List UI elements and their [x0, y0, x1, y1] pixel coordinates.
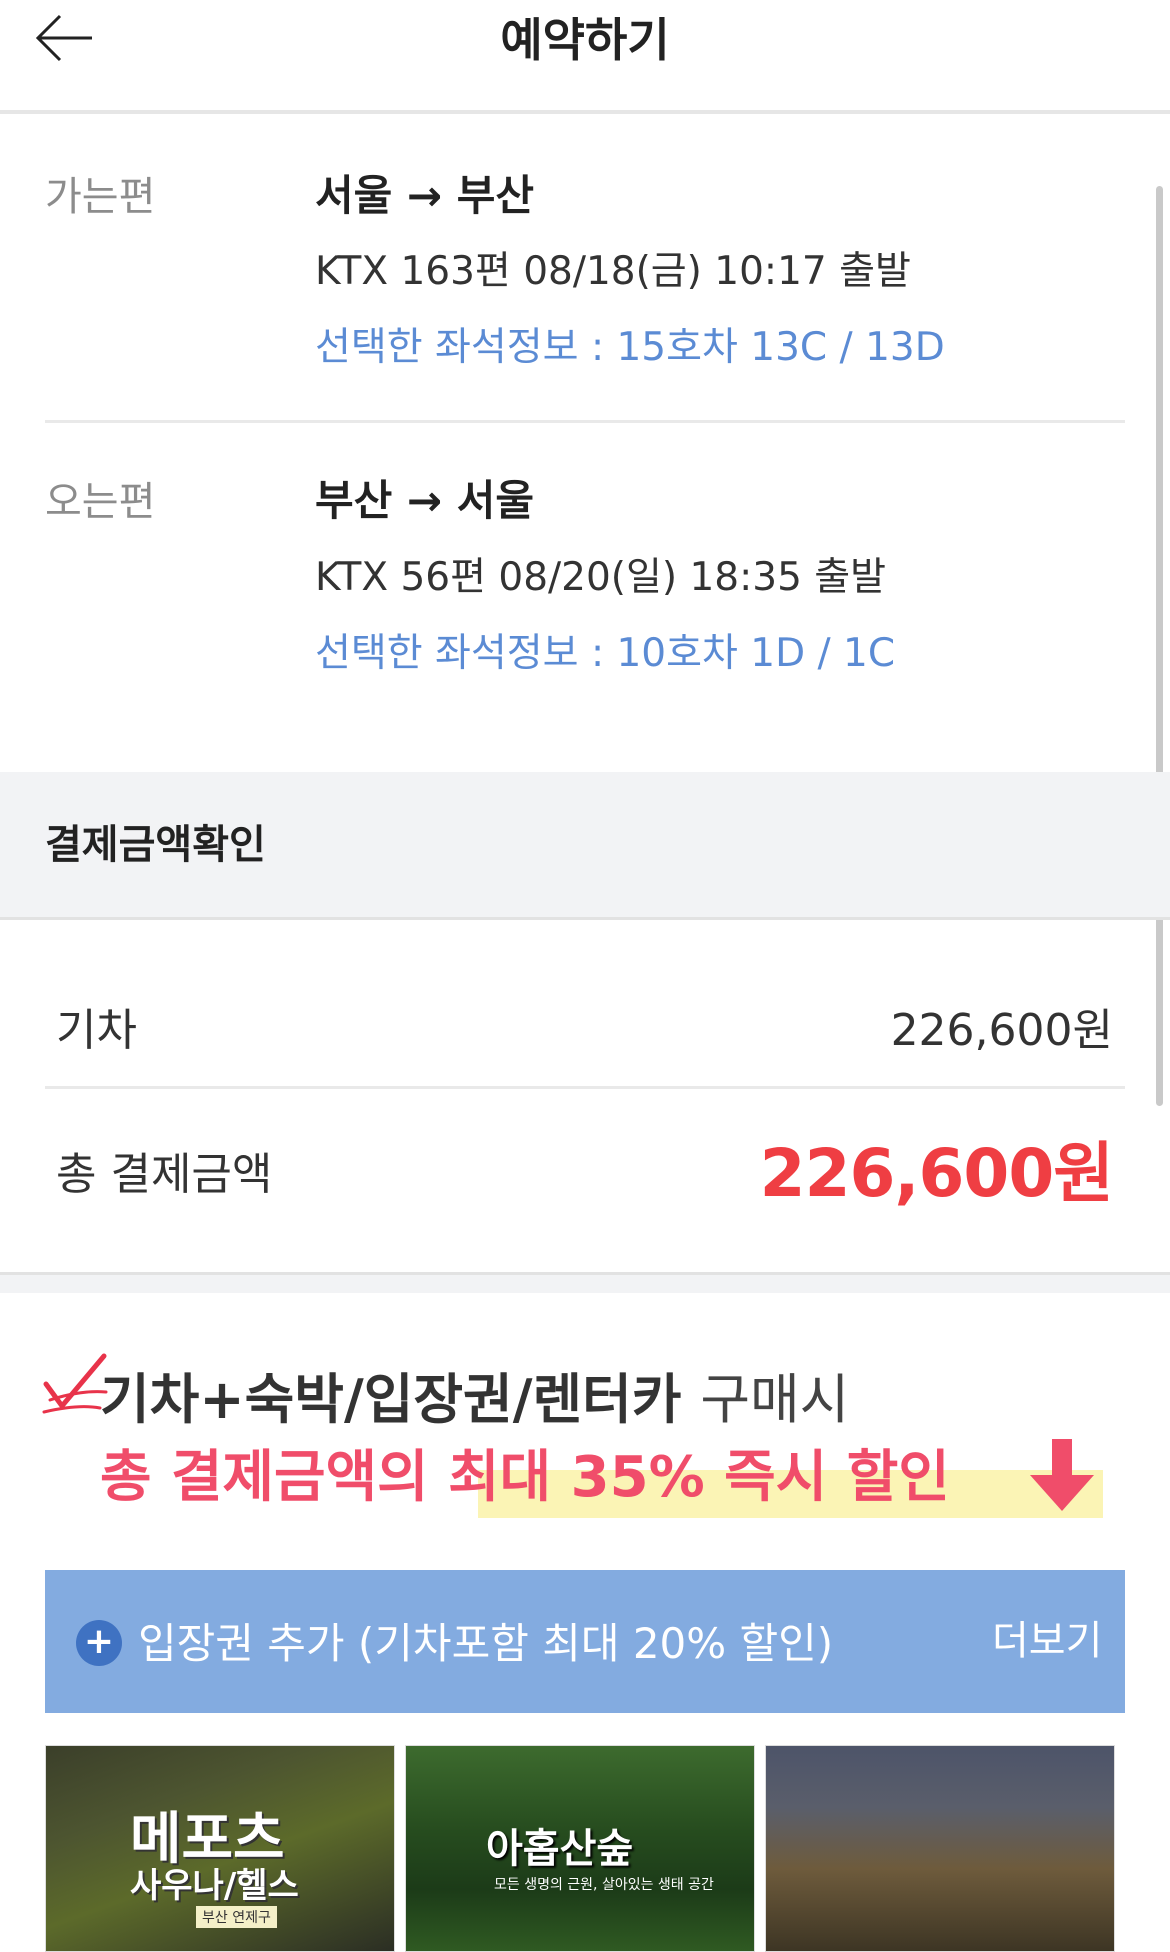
arrow-down-icon [1030, 1439, 1094, 1511]
outbound-label: 가는편 [45, 174, 156, 220]
ticket-thumbnail-ahopsan[interactable]: 아홉산숲 모든 생명의 근원, 살아있는 생태 공간 [405, 1745, 755, 1952]
total-payment-label: 총 결제금액 [56, 1149, 273, 1200]
promo-headline-light: 구매시 [700, 1368, 850, 1431]
divider [45, 420, 1125, 423]
train-fare-label: 기차 [56, 1005, 137, 1056]
thumbnail-title: 아홉산숲 [486, 1826, 634, 1872]
more-link[interactable]: 더보기 [992, 1608, 1102, 1666]
ticket-thumbnail-3[interactable] [765, 1745, 1115, 1952]
section-separator [0, 1272, 1170, 1293]
add-ticket-label[interactable]: 입장권 추가 (기차포함 최대 20% 할인) [138, 1610, 833, 1671]
promo-discount-text: 총 결제금액의 최대 35% 즉시 할인 [100, 1445, 950, 1510]
scrollbar[interactable] [1156, 186, 1163, 1106]
thumbnail-subtitle: 모든 생명의 근원, 살아있는 생태 공간 [494, 1877, 714, 1893]
payment-section-title: 결제금액확인 [45, 822, 266, 868]
page-title: 예약하기 [500, 13, 670, 67]
promo-headline-bold: 기차+숙박/입장권/렌터카 [100, 1368, 682, 1431]
outbound-train-detail: KTX 163편 08/18(금) 10:17 출발 [315, 249, 911, 294]
divider [45, 1086, 1125, 1089]
ticket-thumbnail-mesports[interactable]: 메포츠 사우나/헬스 부산 연제구 [45, 1745, 395, 1952]
plus-icon[interactable]: + [76, 1620, 122, 1666]
thumbnail-tag: 부산 연제구 [196, 1906, 277, 1928]
outbound-route: 서울 → 부산 [315, 171, 534, 220]
inbound-seat-info: 선택한 좌석정보 : 10호차 1D / 1C [315, 631, 896, 676]
total-payment-value: 226,600원 [759, 1135, 1114, 1212]
outbound-seat-info: 선택한 좌석정보 : 15호차 13C / 13D [315, 325, 945, 370]
thumbnail-subtitle: 사우나/헬스 [130, 1866, 299, 1906]
inbound-route: 부산 → 서울 [315, 476, 534, 525]
train-fare-value: 226,600원 [890, 1005, 1113, 1056]
inbound-train-detail: KTX 56편 08/20(일) 18:35 출발 [315, 555, 887, 600]
inbound-label: 오는편 [45, 479, 156, 525]
promo-headline: 기차+숙박/입장권/렌터카 구매시 [100, 1355, 849, 1434]
